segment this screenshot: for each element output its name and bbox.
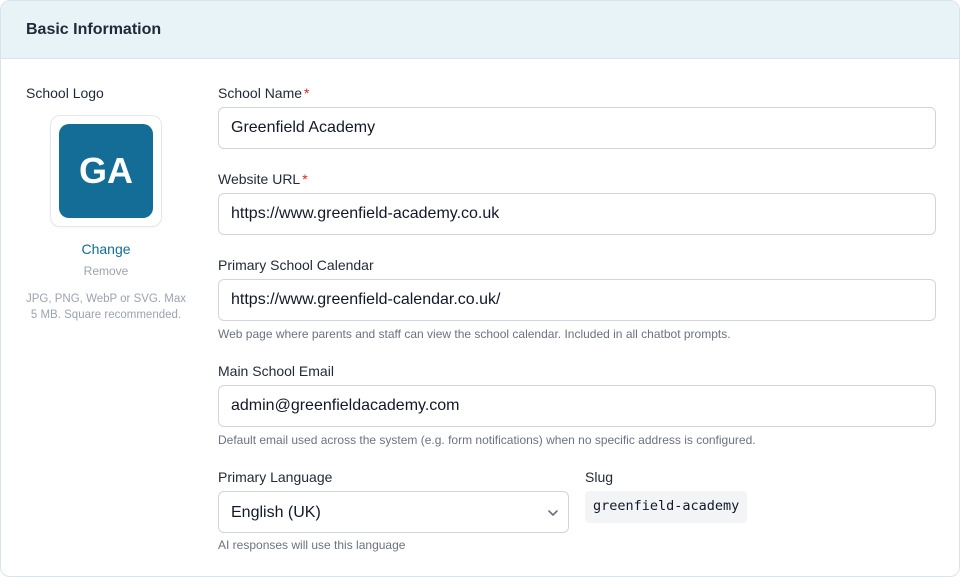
website-url-field: Website URL * — [218, 171, 936, 235]
change-logo-button[interactable]: Change — [26, 241, 186, 257]
remove-logo-button[interactable]: Remove — [26, 264, 186, 278]
basic-information-card: Basic Information School Logo GA Change … — [0, 0, 960, 577]
primary-language-field: Primary Language English (UK) AI respons… — [218, 469, 569, 552]
website-url-label: Website URL * — [218, 171, 936, 189]
calendar-label: Primary School Calendar — [218, 257, 374, 273]
school-name-input[interactable] — [218, 107, 936, 149]
school-name-label: School Name * — [218, 85, 936, 103]
calendar-url-input[interactable] — [218, 279, 936, 321]
school-name-field: School Name * — [218, 85, 936, 149]
slug-label: Slug — [585, 469, 614, 485]
logo-initials: GA — [79, 150, 133, 191]
required-indicator: * — [304, 85, 310, 101]
calendar-help-text: Web page where parents and staff can vie… — [218, 327, 731, 341]
school-logo-section: School Logo GA Change Remove JPG, PNG, W… — [26, 85, 186, 321]
primary-language-label: Primary Language — [218, 469, 333, 485]
selected-language: English (UK) — [231, 504, 321, 521]
school-logo-label: School Logo — [26, 85, 104, 101]
email-field: Main School Email Default email used acr… — [218, 363, 936, 447]
logo-help-text: JPG, PNG, WebP or SVG. Max 5 MB. Square … — [26, 293, 186, 321]
logo-preview-frame: GA — [50, 115, 162, 227]
slug-field: Slug greenfield-academy — [585, 469, 935, 523]
calendar-field: Primary School Calendar Web page where p… — [218, 257, 936, 341]
school-name-label-text: School Name — [218, 85, 303, 101]
section-title: Basic Information — [26, 21, 162, 38]
email-label: Main School Email — [218, 363, 334, 379]
slug-value: greenfield-academy — [585, 491, 748, 523]
primary-language-select[interactable]: English (UK) — [218, 491, 569, 533]
website-url-input[interactable] — [218, 193, 936, 235]
email-help-text: Default email used across the system (e.… — [218, 433, 756, 447]
required-indicator: * — [302, 171, 308, 187]
website-url-label-text: Website URL — [218, 171, 301, 187]
card-header: Basic Information — [1, 1, 959, 59]
chevron-down-icon — [548, 510, 558, 516]
school-logo-image: GA — [59, 124, 153, 218]
email-input[interactable] — [218, 385, 936, 427]
language-help-text: AI responses will use this language — [218, 538, 406, 552]
